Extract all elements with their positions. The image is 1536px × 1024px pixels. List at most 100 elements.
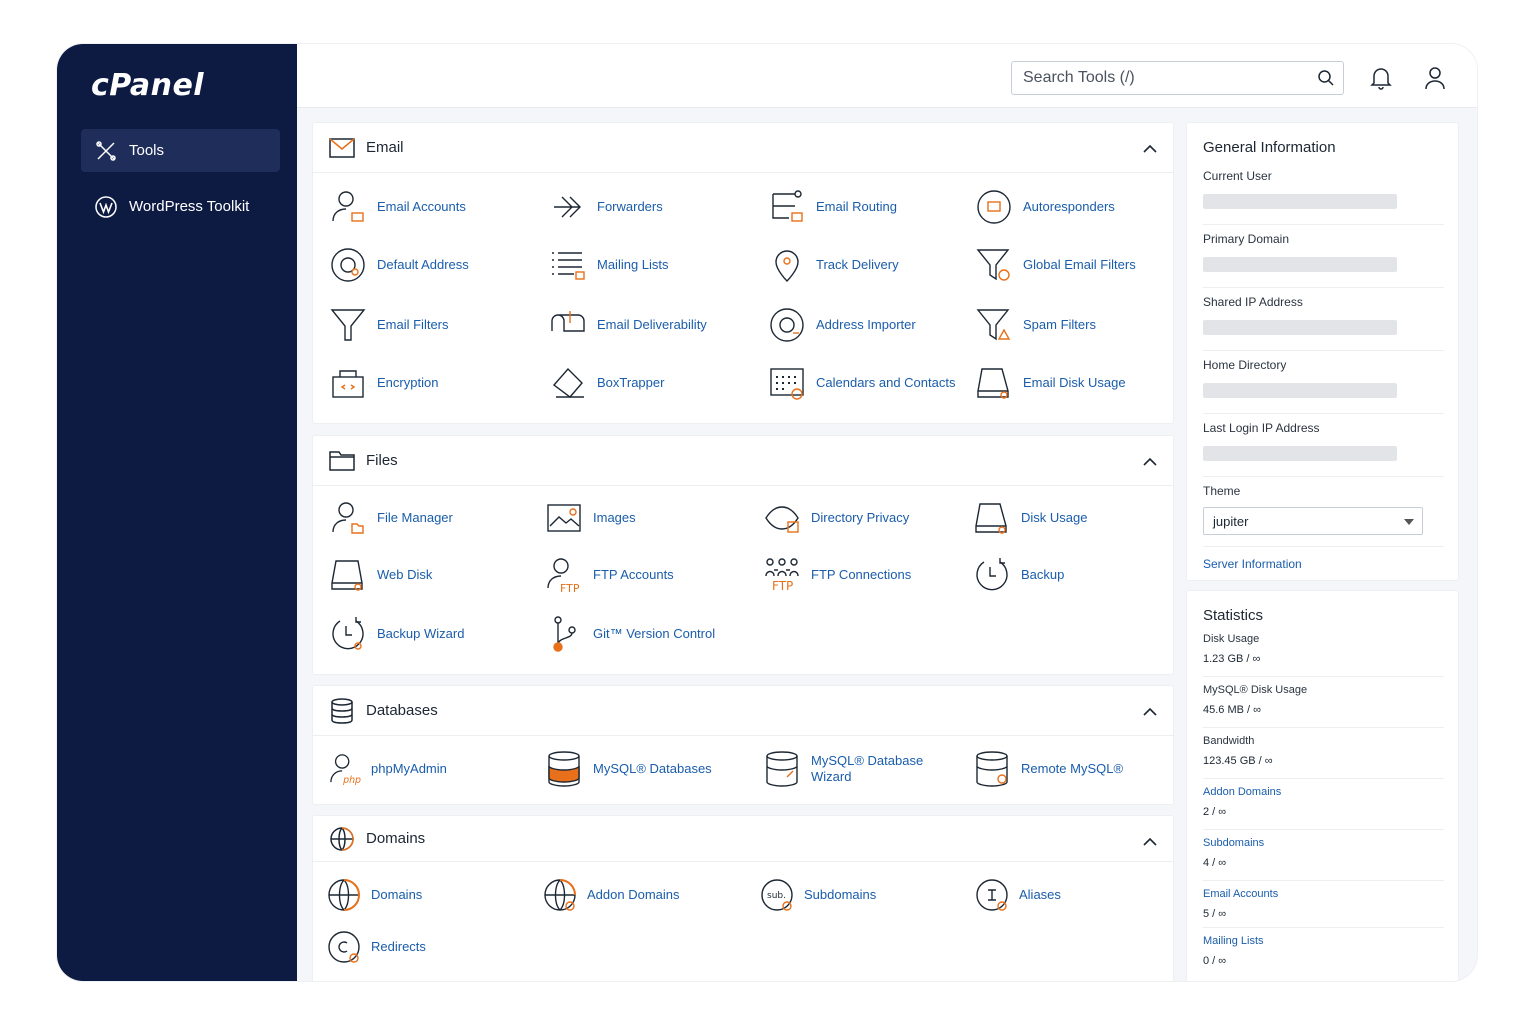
tool-git-version-control[interactable]: Git™ Version Control bbox=[545, 615, 755, 653]
user-icon[interactable] bbox=[1424, 66, 1448, 90]
tool-email-accounts[interactable]: Email Accounts bbox=[329, 188, 539, 226]
files-panel: Files File Manager Images Directory Priv… bbox=[312, 435, 1174, 675]
filter-icon bbox=[329, 306, 367, 344]
globe-add-icon bbox=[543, 876, 577, 914]
list-icon bbox=[549, 246, 587, 284]
redirect-icon bbox=[327, 928, 361, 966]
general-information-title: General Information bbox=[1203, 139, 1336, 156]
tool-boxtrapper[interactable]: BoxTrapper bbox=[549, 364, 759, 402]
tool-email-routing[interactable]: Email Routing bbox=[768, 188, 978, 226]
email-panel-header[interactable]: Email bbox=[313, 123, 1173, 173]
tool-autoresponders[interactable]: Autoresponders bbox=[975, 188, 1185, 226]
mailbox-icon bbox=[549, 306, 587, 344]
stat-bandwidth: Bandwidth 123.45 GB / ∞ bbox=[1203, 728, 1444, 779]
domains-panel: Domains Domains Addon Domains sub. Subdom… bbox=[312, 815, 1174, 981]
search-icon[interactable] bbox=[1317, 69, 1335, 92]
tool-backup[interactable]: Backup bbox=[973, 556, 1183, 594]
stat-mysql-disk-usage: MySQL® Disk Usage 45.6 MB / ∞ bbox=[1203, 677, 1444, 728]
cpanel-window: cPanel Tools WordPress Toolkit Search To… bbox=[57, 44, 1477, 981]
tools-icon bbox=[94, 139, 118, 163]
stat-disk-usage: Disk Usage 1.23 GB / ∞ bbox=[1203, 626, 1444, 677]
tool-directory-privacy[interactable]: Directory Privacy bbox=[763, 499, 973, 537]
tool-phpmyadmin[interactable]: php phpMyAdmin bbox=[329, 750, 539, 788]
bell-icon[interactable] bbox=[1370, 66, 1394, 90]
subdomain-icon: sub. bbox=[760, 876, 794, 914]
theme-select[interactable]: jupiter bbox=[1203, 507, 1423, 535]
lock-code-icon bbox=[329, 364, 367, 402]
files-panel-header[interactable]: Files bbox=[313, 436, 1173, 486]
tool-disk-usage[interactable]: Disk Usage bbox=[973, 499, 1183, 537]
user-mail-icon bbox=[329, 188, 367, 226]
tool-email-filters[interactable]: Email Filters bbox=[329, 306, 539, 344]
tool-mysql-database-wizard[interactable]: MySQL® Database Wizard bbox=[763, 750, 963, 788]
stat-addon-domains: Addon Domains 2 / ∞ bbox=[1203, 779, 1444, 830]
tool-address-importer[interactable]: Address Importer bbox=[768, 306, 978, 344]
svg-text:FTP: FTP bbox=[772, 579, 793, 593]
tool-calendars-and-contacts[interactable]: Calendars and Contacts bbox=[768, 364, 978, 402]
wordpress-icon bbox=[94, 195, 118, 219]
filter-warning-icon bbox=[975, 306, 1013, 344]
tool-track-delivery[interactable]: Track Delivery bbox=[768, 246, 978, 284]
eye-lock-icon bbox=[763, 499, 801, 537]
mysql-database-icon bbox=[545, 750, 583, 788]
stat-email-accounts: Email Accounts 5 / ∞ bbox=[1203, 881, 1444, 928]
tool-encryption[interactable]: Encryption bbox=[329, 364, 539, 402]
tool-mailing-lists[interactable]: Mailing Lists bbox=[549, 246, 759, 284]
stat-mailing-lists: Mailing Lists 0 / ∞ bbox=[1203, 935, 1264, 967]
statistics-card: Statistics Disk Usage 1.23 GB / ∞ MySQL® … bbox=[1186, 590, 1459, 981]
tool-email-deliverability[interactable]: Email Deliverability bbox=[549, 306, 759, 344]
tool-global-email-filters[interactable]: Global Email Filters bbox=[975, 246, 1185, 284]
tool-file-manager[interactable]: File Manager bbox=[329, 499, 539, 537]
domains-panel-header[interactable]: Domains bbox=[313, 816, 1173, 862]
tool-ftp-connections[interactable]: FTP FTP Connections bbox=[763, 556, 973, 594]
chevron-up-icon[interactable] bbox=[1143, 703, 1157, 721]
forward-arrow-icon bbox=[549, 188, 587, 226]
globe-icon bbox=[329, 826, 355, 852]
git-branch-icon bbox=[545, 615, 583, 653]
search-box bbox=[1011, 61, 1344, 95]
chevron-up-icon[interactable] bbox=[1143, 453, 1157, 471]
server-information-link[interactable]: Server Information bbox=[1203, 557, 1444, 571]
tool-spam-filters[interactable]: Spam Filters bbox=[975, 306, 1185, 344]
tool-redirects[interactable]: Redirects bbox=[327, 928, 537, 966]
filter-at-icon bbox=[975, 246, 1013, 284]
placeholder-bar bbox=[1203, 383, 1397, 398]
tool-aliases[interactable]: Aliases bbox=[975, 876, 1185, 914]
tool-remote-mysql[interactable]: Remote MySQL® bbox=[973, 750, 1183, 788]
chevron-up-icon[interactable] bbox=[1143, 140, 1157, 158]
globe-icon bbox=[327, 876, 361, 914]
chat-mail-icon bbox=[975, 188, 1013, 226]
tool-addon-domains[interactable]: Addon Domains bbox=[543, 876, 753, 914]
tool-mysql-databases[interactable]: MySQL® Databases bbox=[545, 750, 755, 788]
databases-panel-header[interactable]: Databases bbox=[313, 686, 1173, 736]
statistics-title: Statistics bbox=[1203, 607, 1264, 624]
tool-forwarders[interactable]: Forwarders bbox=[549, 188, 759, 226]
disk-icon bbox=[975, 364, 1013, 402]
tool-domains[interactable]: Domains bbox=[327, 876, 537, 914]
sidebar-item-label: WordPress Toolkit bbox=[129, 198, 250, 215]
tool-email-disk-usage[interactable]: Email Disk Usage bbox=[975, 364, 1185, 402]
folder-icon bbox=[329, 448, 355, 474]
chevron-up-icon[interactable] bbox=[1143, 833, 1157, 851]
svg-text:php: php bbox=[342, 775, 361, 786]
email-panel: Email Email Accounts Forwarders Email Ro… bbox=[312, 122, 1174, 424]
sidebar-item-wordpress-toolkit[interactable]: WordPress Toolkit bbox=[81, 185, 280, 228]
search-input[interactable] bbox=[1023, 69, 1303, 87]
caret-down-icon bbox=[1404, 519, 1414, 525]
tool-default-address[interactable]: Default Address bbox=[329, 246, 539, 284]
tool-backup-wizard[interactable]: Backup Wizard bbox=[329, 615, 539, 653]
svg-text:sub.: sub. bbox=[767, 891, 786, 901]
tool-ftp-accounts[interactable]: FTP FTP Accounts bbox=[545, 556, 755, 594]
tool-images[interactable]: Images bbox=[545, 499, 755, 537]
database-wizard-icon bbox=[763, 750, 801, 788]
tool-subdomains[interactable]: sub. Subdomains bbox=[760, 876, 970, 914]
cpanel-logo[interactable]: cPanel bbox=[91, 68, 204, 103]
user-php-icon: php bbox=[329, 750, 361, 788]
info-row-primary-domain: Primary Domain bbox=[1203, 225, 1444, 288]
location-pin-icon bbox=[768, 246, 806, 284]
sidebar-item-tools[interactable]: Tools bbox=[81, 129, 280, 172]
tool-web-disk[interactable]: Web Disk bbox=[329, 556, 539, 594]
user-file-icon bbox=[329, 499, 367, 537]
databases-panel: Databases php phpMyAdmin MySQL® Databases… bbox=[312, 685, 1174, 805]
placeholder-bar bbox=[1203, 446, 1397, 461]
